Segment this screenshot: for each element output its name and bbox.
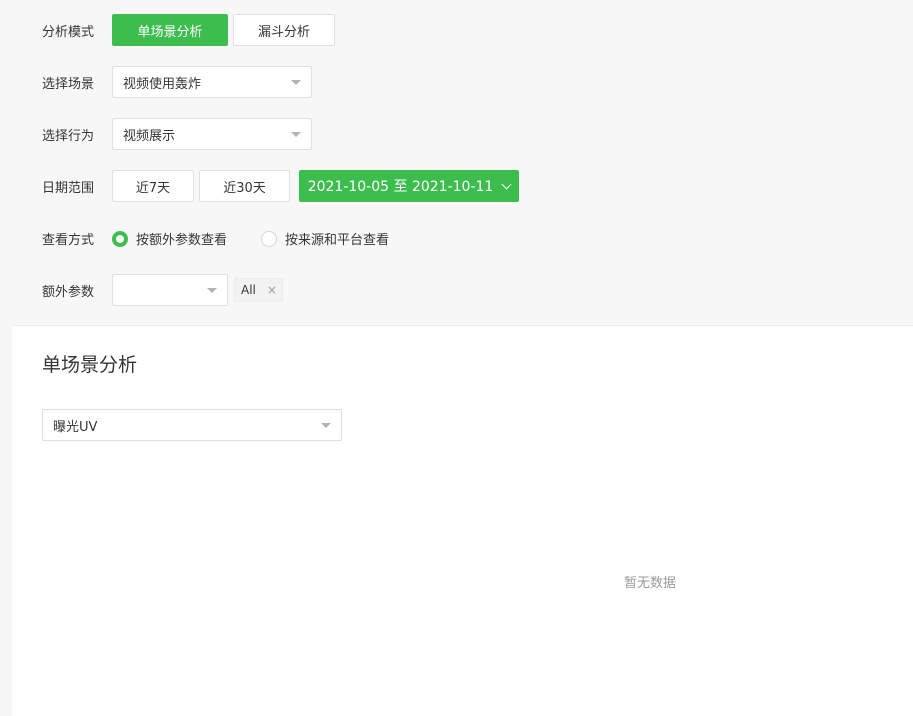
radio-unchecked-icon	[261, 230, 278, 247]
tag-all: All ×	[234, 278, 283, 302]
radio-source-platform-label: 按来源和平台查看	[285, 233, 390, 248]
metric-value: 曝光UV	[53, 419, 98, 435]
view-label: 查看方式	[42, 233, 95, 248]
panel-title: 单场景分析	[42, 354, 138, 376]
scene-label: 选择场景	[42, 76, 95, 92]
extra-param-select[interactable]	[112, 274, 228, 306]
empty-state-text: 暂无数据	[624, 576, 677, 591]
action-row: 选择行为 视频展示	[42, 118, 312, 150]
mode-label: 分析模式	[42, 24, 95, 40]
analysis-panel: 单场景分析 曝光UV 暂无数据	[12, 325, 913, 716]
action-label: 选择行为	[42, 128, 95, 144]
date-range-value: 2021-10-05 至 2021-10-11	[307, 179, 494, 195]
metric-select[interactable]: 曝光UV	[42, 409, 342, 441]
radio-source-platform[interactable]: 按来源和平台查看	[261, 229, 389, 248]
date-range-picker[interactable]: 2021-10-05 至 2021-10-11	[299, 170, 519, 202]
extra-row: 额外参数 All ×	[42, 274, 283, 306]
view-row: 查看方式 按额外参数查看 按来源和平台查看	[42, 229, 389, 248]
radio-checked-icon	[112, 230, 128, 247]
tag-all-label: All	[241, 283, 256, 297]
mode-row: 分析模式 单场景分析 漏斗分析	[42, 14, 335, 46]
funnel-button[interactable]: 漏斗分析	[233, 14, 335, 46]
date-label: 日期范围	[42, 180, 95, 196]
caret-down-icon	[291, 80, 301, 85]
chevron-down-icon	[501, 179, 512, 189]
radio-extra-params[interactable]: 按额外参数查看	[112, 229, 227, 248]
caret-down-icon	[291, 132, 301, 137]
action-select[interactable]: 视频展示	[112, 118, 312, 150]
scene-row: 选择场景 视频使用轰炸	[42, 66, 312, 98]
last-30-days-button[interactable]: 近30天	[199, 170, 290, 202]
action-value: 视频展示	[123, 128, 176, 144]
caret-down-icon	[321, 423, 331, 428]
single-scene-button[interactable]: 单场景分析	[112, 14, 228, 46]
extra-label: 额外参数	[42, 284, 95, 300]
caret-down-icon	[207, 288, 217, 293]
last-7-days-button[interactable]: 近7天	[112, 170, 194, 202]
date-row: 日期范围 近7天 近30天 2021-10-05 至 2021-10-11	[42, 170, 519, 202]
radio-extra-params-label: 按额外参数查看	[136, 233, 228, 248]
scene-value: 视频使用轰炸	[123, 76, 202, 92]
close-icon[interactable]: ×	[264, 283, 280, 297]
scene-select[interactable]: 视频使用轰炸	[112, 66, 312, 98]
